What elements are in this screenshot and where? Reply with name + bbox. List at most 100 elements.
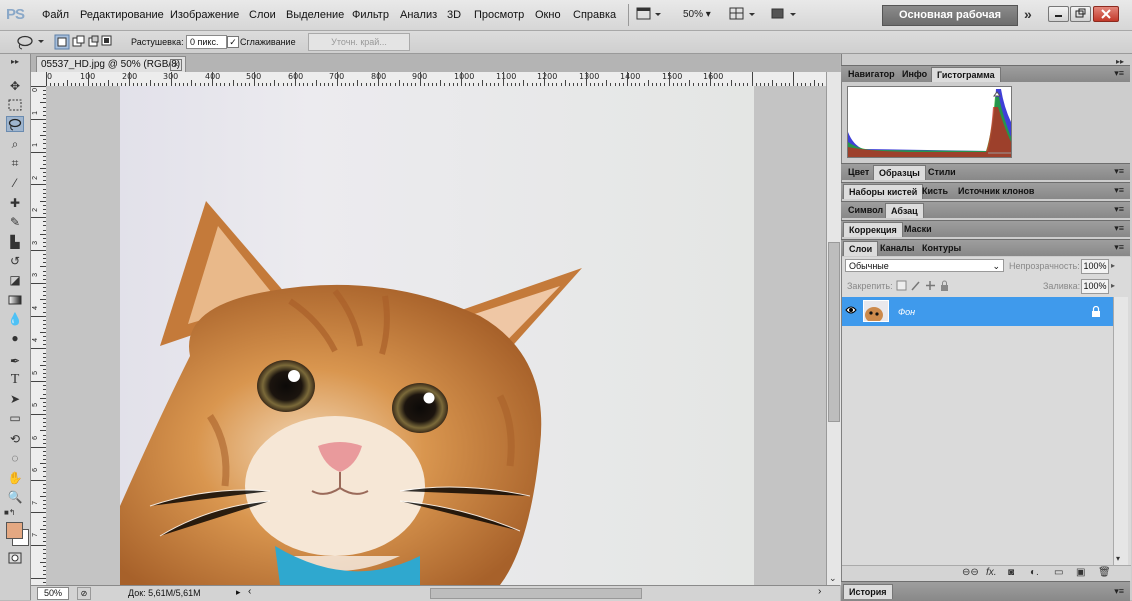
tab-styles[interactable]: Стили xyxy=(923,165,961,180)
tool-preset-picker[interactable] xyxy=(14,34,46,50)
menu-window[interactable]: Окно xyxy=(535,9,561,21)
tab-color[interactable]: Цвет xyxy=(843,165,874,180)
view-extras-dropdown[interactable] xyxy=(636,7,664,23)
marquee-tool-icon[interactable] xyxy=(6,97,24,113)
opacity-dropdown-icon[interactable]: ▸ xyxy=(1111,261,1115,270)
refine-edge-button[interactable]: Уточн. край... xyxy=(308,33,410,51)
3d-rotate-tool-icon[interactable]: ⟲ xyxy=(6,431,24,447)
selection-mode-group[interactable] xyxy=(54,34,114,50)
close-document-button[interactable]: × xyxy=(170,59,182,71)
trash-icon[interactable]: 🗑 xyxy=(1098,567,1111,578)
layer-visibility-eye-icon[interactable] xyxy=(845,304,857,318)
panel-menu-icon[interactable]: ▾≡ xyxy=(1114,223,1124,234)
history-brush-tool-icon[interactable]: ↺ xyxy=(6,253,24,269)
foreground-color-swatch[interactable] xyxy=(6,522,23,539)
arrange-documents-dropdown[interactable] xyxy=(729,7,759,23)
eyedropper-tool-icon[interactable]: ⁄ xyxy=(6,175,24,191)
clone-stamp-tool-icon[interactable]: ▙ xyxy=(6,234,24,250)
panel-menu-icon[interactable]: ▾≡ xyxy=(1114,166,1124,177)
status-preview-icon[interactable]: ⊘ xyxy=(77,587,91,600)
eraser-tool-icon[interactable]: ◪ xyxy=(6,272,24,288)
pen-tool-icon[interactable]: ✒ xyxy=(6,353,24,369)
vertical-ruler[interactable]: 0 1 1 2 2 3 3 4 4 5 5 6 6 7 7 xyxy=(31,86,47,585)
antialias-checkbox[interactable]: ✓ xyxy=(227,36,239,48)
scroll-right-icon[interactable]: › xyxy=(818,586,821,597)
tab-masks[interactable]: Маски xyxy=(899,222,937,237)
feather-input[interactable]: 0 пикс. xyxy=(186,35,227,49)
minimize-button[interactable] xyxy=(1048,6,1069,22)
tab-brush-presets[interactable]: Наборы кистей xyxy=(843,184,924,199)
lock-options[interactable] xyxy=(896,279,952,292)
type-tool-icon[interactable]: T xyxy=(6,372,24,388)
panel-menu-icon[interactable]: ▾≡ xyxy=(1114,68,1124,79)
workspace-more-button[interactable]: » xyxy=(1024,6,1032,22)
layer-name[interactable]: Фон xyxy=(898,307,915,317)
tab-info[interactable]: Инфо xyxy=(897,67,932,82)
tab-paragraph[interactable]: Абзац xyxy=(885,203,924,218)
panel-menu-icon[interactable]: ▾≡ xyxy=(1114,242,1124,253)
tab-adjustments[interactable]: Коррекция xyxy=(843,222,903,237)
scroll-down-icon[interactable]: ▾ xyxy=(1116,554,1120,563)
screen-mode-dropdown[interactable] xyxy=(770,7,800,23)
blur-tool-icon[interactable]: 💧 xyxy=(6,311,24,327)
move-tool-icon[interactable]: ✥ xyxy=(6,78,24,94)
menu-3d[interactable]: 3D xyxy=(447,9,461,21)
link-layers-icon[interactable]: ⊖⊖ xyxy=(962,567,979,578)
close-window-button[interactable] xyxy=(1093,6,1119,22)
menu-file[interactable]: Файл xyxy=(42,9,69,21)
status-menu-arrow-icon[interactable]: ▸ xyxy=(236,587,241,598)
ruler-origin[interactable] xyxy=(31,72,47,87)
opacity-input[interactable]: 100% xyxy=(1081,259,1109,274)
layers-scrollbar[interactable] xyxy=(1113,297,1128,565)
status-zoom-input[interactable]: 50% xyxy=(37,587,69,600)
path-selection-tool-icon[interactable]: ➤ xyxy=(6,391,24,407)
gradient-tool-icon[interactable] xyxy=(6,292,24,308)
panel-menu-icon[interactable]: ▾≡ xyxy=(1114,185,1124,196)
default-colors-icon[interactable]: ■↰ xyxy=(4,508,16,517)
document-canvas[interactable] xyxy=(46,86,826,585)
tab-character[interactable]: Символ xyxy=(843,203,888,218)
new-layer-icon[interactable]: ▣ xyxy=(1076,567,1085,578)
toolbox-collapse-icon[interactable]: ▸▸ xyxy=(6,57,24,66)
quick-selection-tool-icon[interactable]: ⌕ xyxy=(6,136,24,152)
panel-menu-icon[interactable]: ▾≡ xyxy=(1114,204,1124,215)
zoom-tool-icon[interactable]: 🔍 xyxy=(6,489,24,505)
menu-view[interactable]: Просмотр xyxy=(474,9,524,21)
crop-tool-icon[interactable]: ⌗ xyxy=(6,155,24,171)
quick-mask-icon[interactable] xyxy=(6,550,24,566)
tab-history[interactable]: История xyxy=(843,584,893,599)
adjustment-layer-icon[interactable]: ◐. xyxy=(1030,567,1039,578)
fill-input[interactable]: 100% xyxy=(1081,279,1109,294)
add-mask-icon[interactable]: ◙ xyxy=(1008,567,1014,578)
scroll-down-icon[interactable]: ⌄ xyxy=(829,573,837,584)
healing-brush-tool-icon[interactable]: ✚ xyxy=(6,195,24,211)
layer-thumbnail[interactable] xyxy=(863,300,889,323)
tab-clone-source[interactable]: Источник клонов xyxy=(953,184,1039,199)
tab-histogram[interactable]: Гистограмма xyxy=(931,67,1001,82)
zoom-level-dropdown[interactable]: 50% ▾ xyxy=(683,9,711,25)
tab-layers[interactable]: Слои xyxy=(843,241,879,256)
panel-menu-icon[interactable]: ▾≡ xyxy=(1114,586,1124,597)
menu-image[interactable]: Изображение xyxy=(170,9,239,21)
fill-dropdown-icon[interactable]: ▸ xyxy=(1111,281,1115,290)
tab-paths[interactable]: Контуры xyxy=(917,241,966,256)
layer-style-icon[interactable]: fx. xyxy=(986,567,997,578)
brush-tool-icon[interactable]: ✎ xyxy=(6,214,24,230)
tab-navigator[interactable]: Навигатор xyxy=(843,67,900,82)
new-group-icon[interactable]: ▭ xyxy=(1054,567,1063,578)
scroll-left-icon[interactable]: ‹ xyxy=(248,586,251,597)
dodge-tool-icon[interactable]: ● xyxy=(6,330,24,346)
horizontal-ruler[interactable]: 0 100 200 300 400 500 600 700 800 900 10… xyxy=(46,72,826,87)
restore-button[interactable] xyxy=(1070,6,1091,22)
tab-channels[interactable]: Каналы xyxy=(875,241,919,256)
3d-orbit-tool-icon[interactable]: ◌ xyxy=(6,450,24,466)
menu-edit[interactable]: Редактирование xyxy=(80,9,164,21)
menu-help[interactable]: Справка xyxy=(573,9,616,21)
menu-analysis[interactable]: Анализ xyxy=(400,9,437,21)
hand-tool-icon[interactable]: ✋ xyxy=(6,470,24,486)
blend-mode-select[interactable]: Обычные ⌄ xyxy=(845,259,1004,272)
shape-tool-icon[interactable]: ▭ xyxy=(6,410,24,426)
menu-select[interactable]: Выделение xyxy=(286,9,344,21)
canvas-vertical-scroll-thumb[interactable] xyxy=(828,242,840,422)
document-tab[interactable]: 05537_HD.jpg @ 50% (RGB/8) × xyxy=(36,56,186,72)
